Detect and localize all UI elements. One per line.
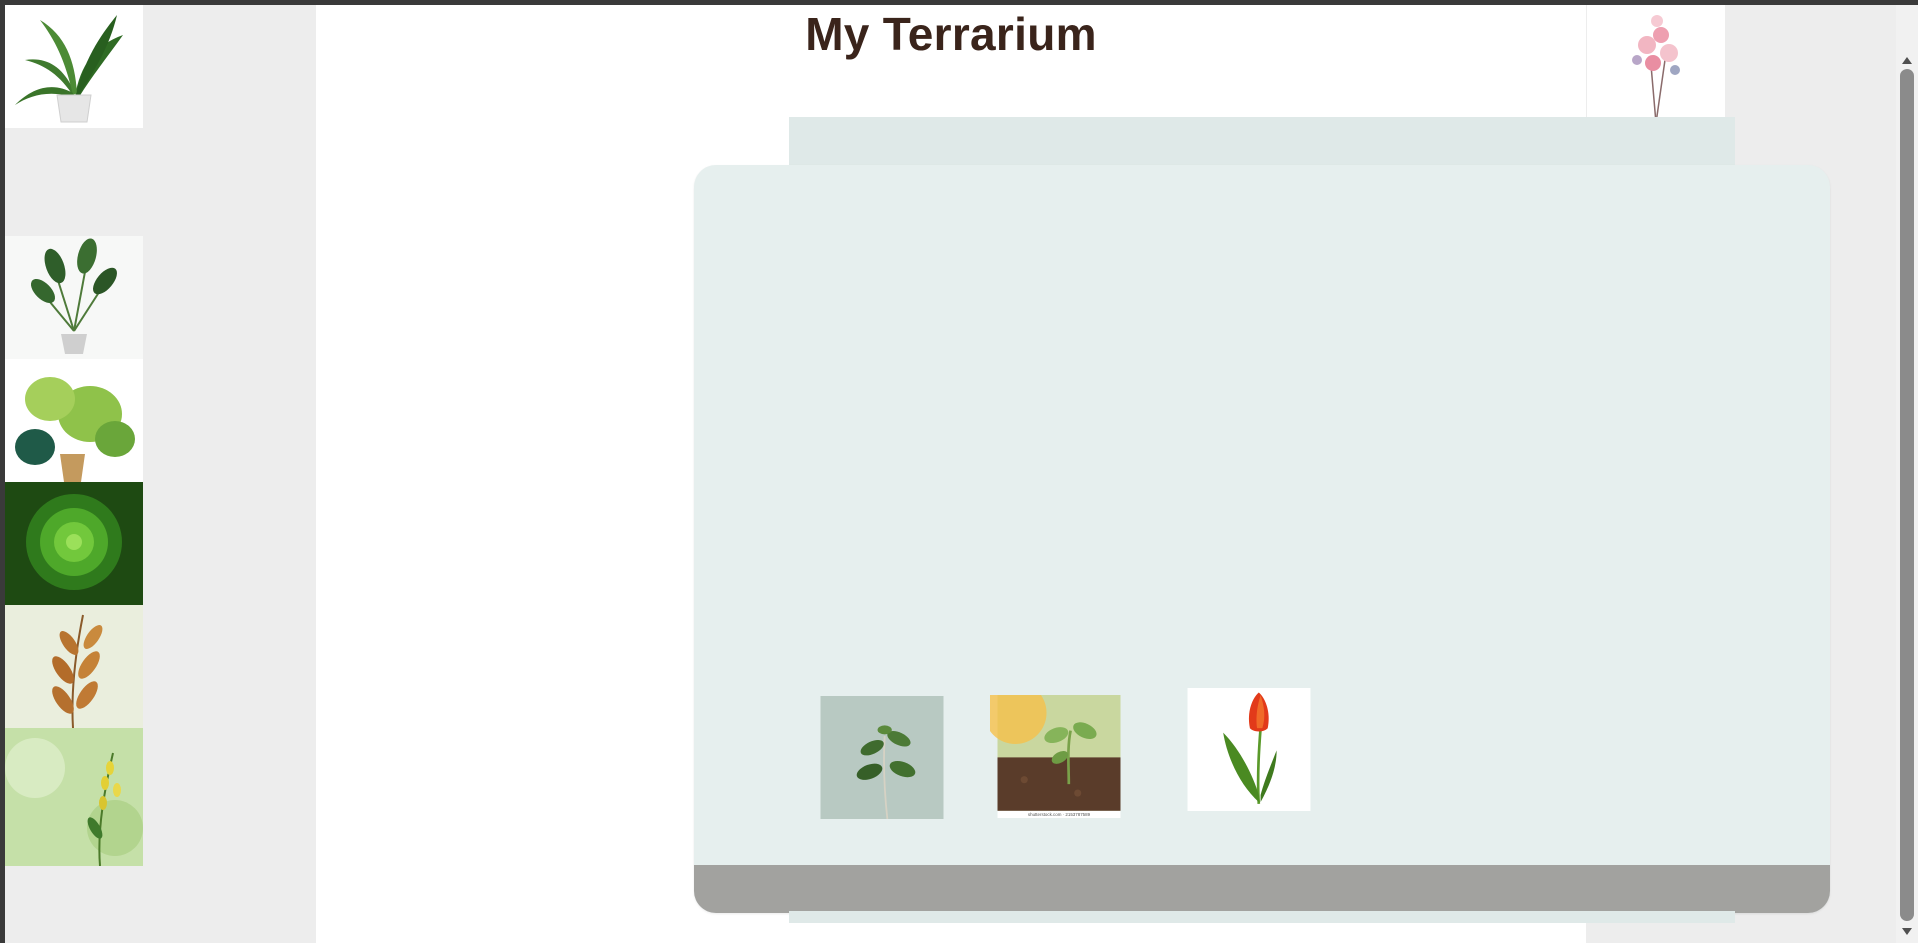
pink-bouquet-icon [1587, 5, 1725, 128]
terrarium-page: My Terrarium shutterstock.com · 21537875… [316, 5, 1830, 943]
jar-soil [694, 865, 1830, 913]
jar-plant-sprout[interactable]: shutterstock.com · 2153787589 [990, 695, 1128, 818]
vertical-scrollbar[interactable] [1896, 5, 1918, 943]
page-title: My Terrarium [805, 8, 1097, 60]
plant-yellow-flowers[interactable] [5, 728, 143, 866]
plant-potted-banana[interactable] [5, 5, 143, 128]
scroll-thumb[interactable] [1900, 69, 1914, 921]
tulip-icon [1187, 688, 1311, 811]
image-watermark: shutterstock.com · 2153787589 [1028, 812, 1091, 817]
browser-viewport: My Terrarium shutterstock.com · 21537875… [5, 5, 1896, 943]
plant-succulent[interactable] [5, 482, 143, 605]
jar-base [789, 911, 1735, 923]
scroll-down-arrow-icon[interactable] [1902, 928, 1912, 935]
scroll-up-arrow-icon[interactable] [1902, 57, 1912, 64]
succulent-icon [5, 482, 143, 605]
plant-bird-of-paradise[interactable] [5, 236, 143, 359]
sprout-icon: shutterstock.com · 2153787589 [990, 695, 1121, 818]
jar-plant-seedling[interactable] [813, 696, 951, 819]
monstera-icon [5, 359, 143, 482]
bird-of-paradise-icon [5, 236, 143, 359]
jar-lid [789, 117, 1735, 167]
yellow-flower-icon [5, 728, 143, 866]
plant-autumn-leaves[interactable] [5, 605, 143, 728]
jar-plant-tulip[interactable] [1180, 688, 1318, 811]
plant-pink-bouquet[interactable] [1587, 5, 1725, 128]
potted-banana-plant-icon [5, 5, 143, 128]
plant-monstera[interactable] [5, 359, 143, 482]
seedling-icon [820, 696, 944, 819]
autumn-leaf-icon [5, 605, 143, 728]
